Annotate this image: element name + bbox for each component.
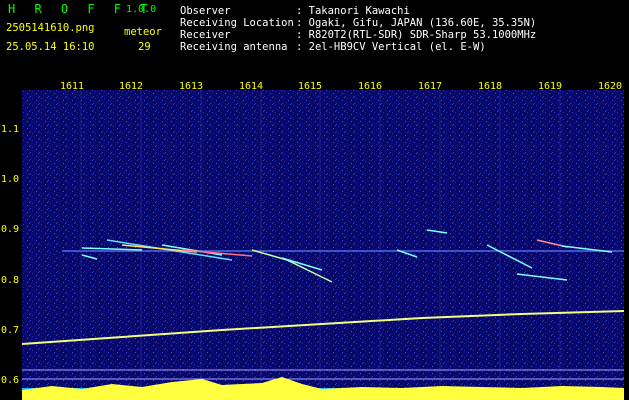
freq-tick: 0.7 — [1, 325, 20, 336]
info-receiver-key: Receiver — [180, 29, 231, 41]
freq-tick: 0.9 — [1, 224, 20, 235]
freq-tick: 0.6 — [1, 375, 20, 386]
freq-tick: 0.8 — [1, 275, 20, 286]
spectrogram-background — [22, 90, 624, 400]
observation-datetime: 25.05.14 16:10 — [6, 41, 95, 53]
app-version: 1.0.0 — [126, 4, 157, 15]
frequency-axis: 1.1 1.0 0.9 0.8 0.7 0.6 — [0, 72, 22, 400]
freq-tick: 1.0 — [1, 174, 20, 185]
meteor-label: meteor — [124, 26, 162, 38]
header-panel: H R O F F T 1.0.0 2505141610.png meteor … — [0, 0, 629, 72]
info-receiver-value: : R820T2(RTL-SDR) SDR-Sharp 53.1000MHz — [296, 29, 537, 41]
image-filename: 2505141610.png — [6, 22, 95, 34]
info-location-value: : Ogaki, Gifu, JAPAN (136.60E, 35.35N) — [296, 17, 537, 29]
info-observer-value: : Takanori Kawachi — [296, 5, 410, 17]
info-observer-key: Observer — [180, 5, 231, 17]
time-axis: kHz 1611 1612 1613 1614 1615 1616 1617 1… — [0, 72, 629, 92]
info-antenna-value: : 2el-HB9CV Vertical (el. E-W) — [296, 41, 486, 53]
info-antenna-key: Receiving antenna — [180, 41, 288, 53]
freq-tick: 1.1 — [1, 124, 20, 135]
info-location-key: Receiving Location — [180, 17, 294, 29]
meteor-count: 29 — [138, 41, 151, 53]
spectrogram — [22, 90, 624, 400]
